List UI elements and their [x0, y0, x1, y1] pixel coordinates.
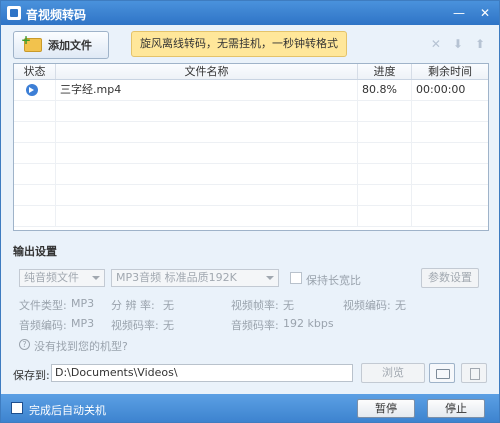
video-bitrate-value: 无 [163, 319, 174, 332]
table-row-empty [14, 164, 488, 185]
audio-bitrate-value: 192 kbps [283, 317, 334, 330]
table-row-empty [14, 206, 488, 227]
audio-codec-value: MP3 [71, 317, 95, 330]
col-filename: 文件名称 [56, 64, 358, 79]
quality-select-value: MP3音频 标准品质192K [116, 271, 237, 284]
keep-ratio-checkbox[interactable] [290, 272, 302, 284]
minimize-icon[interactable]: — [451, 5, 467, 21]
audio-codec-label: 音频编码: [19, 319, 67, 332]
add-file-label: 添加文件 [48, 39, 92, 52]
app-icon [7, 6, 21, 20]
resolution-value: 无 [163, 299, 174, 312]
transcode-window: 音视频转码 — ✕ 添加文件 旋风离线转码，无需挂机，一秒钟转格式 ✕ ⬇ ⬆ … [0, 0, 500, 423]
file-type-value: MP3 [71, 297, 95, 310]
browse-button[interactable]: 浏览 [361, 363, 425, 383]
chevron-down-icon [92, 276, 100, 280]
add-file-button[interactable]: 添加文件 [13, 31, 109, 59]
video-bitrate-label: 视频码率: [111, 319, 159, 332]
export-icon[interactable] [461, 363, 487, 383]
col-status: 状态 [14, 64, 56, 79]
row-progress: 80.8% [358, 80, 412, 100]
keep-ratio-label: 保持长宽比 [306, 274, 361, 287]
file-table: 状态 文件名称 进度 剩余时间 三字经.mp4 80.8% 00:00:00 [13, 63, 489, 231]
table-row-empty [14, 185, 488, 206]
help-icon: ? [19, 339, 30, 350]
chevron-down-icon [266, 276, 274, 280]
format-select[interactable]: 纯音频文件 [19, 269, 105, 287]
table-row[interactable]: 三字经.mp4 80.8% 00:00:00 [14, 80, 488, 101]
table-header: 状态 文件名称 进度 剩余时间 [14, 64, 488, 80]
frame-rate-label: 视频帧率: [231, 299, 279, 312]
save-path-input[interactable]: D:\Documents\Videos\ [51, 364, 353, 382]
bottom-bar: 完成后自动关机 暂停 停止 [1, 394, 499, 422]
quality-select[interactable]: MP3音频 标准品质192K [111, 269, 279, 287]
auto-shutdown-checkbox[interactable] [11, 402, 23, 414]
play-status-icon [26, 84, 38, 96]
close-icon[interactable]: ✕ [477, 5, 493, 21]
table-row-empty [14, 143, 488, 164]
folder-add-icon [21, 33, 42, 52]
device-help-link[interactable]: 没有找到您的机型? [34, 338, 128, 354]
move-down-icon[interactable]: ⬇ [453, 37, 463, 51]
offline-transcode-banner[interactable]: 旋风离线转码，无需挂机，一秒钟转格式 [131, 31, 347, 57]
delete-icon[interactable]: ✕ [431, 37, 441, 51]
move-up-icon[interactable]: ⬆ [475, 37, 485, 51]
table-row-empty [14, 122, 488, 143]
frame-rate-value: 无 [283, 299, 294, 312]
window-title: 音视频转码 [26, 8, 87, 22]
format-select-value: 纯音频文件 [24, 271, 79, 284]
pause-button[interactable]: 暂停 [357, 399, 415, 418]
resolution-label: 分 辨 率: [111, 299, 155, 312]
title-bar: 音视频转码 — ✕ [1, 1, 499, 25]
table-row-empty [14, 101, 488, 122]
file-type-label: 文件类型: [19, 299, 67, 312]
auto-shutdown-label: 完成后自动关机 [29, 404, 106, 417]
col-progress: 进度 [358, 64, 412, 79]
video-codec-label: 视频编码: [343, 299, 391, 312]
row-remaining: 00:00:00 [416, 83, 466, 96]
col-remaining: 剩余时间 [428, 65, 472, 78]
output-settings-title: 输出设置 [13, 245, 57, 258]
video-codec-value: 无 [395, 299, 406, 312]
save-to-label: 保存到: [13, 369, 50, 382]
params-button[interactable]: 参数设置 [421, 268, 479, 288]
audio-bitrate-label: 音频码率: [231, 319, 279, 332]
open-folder-icon[interactable] [429, 363, 455, 383]
stop-button[interactable]: 停止 [427, 399, 485, 418]
row-filename: 三字经.mp4 [56, 80, 358, 100]
